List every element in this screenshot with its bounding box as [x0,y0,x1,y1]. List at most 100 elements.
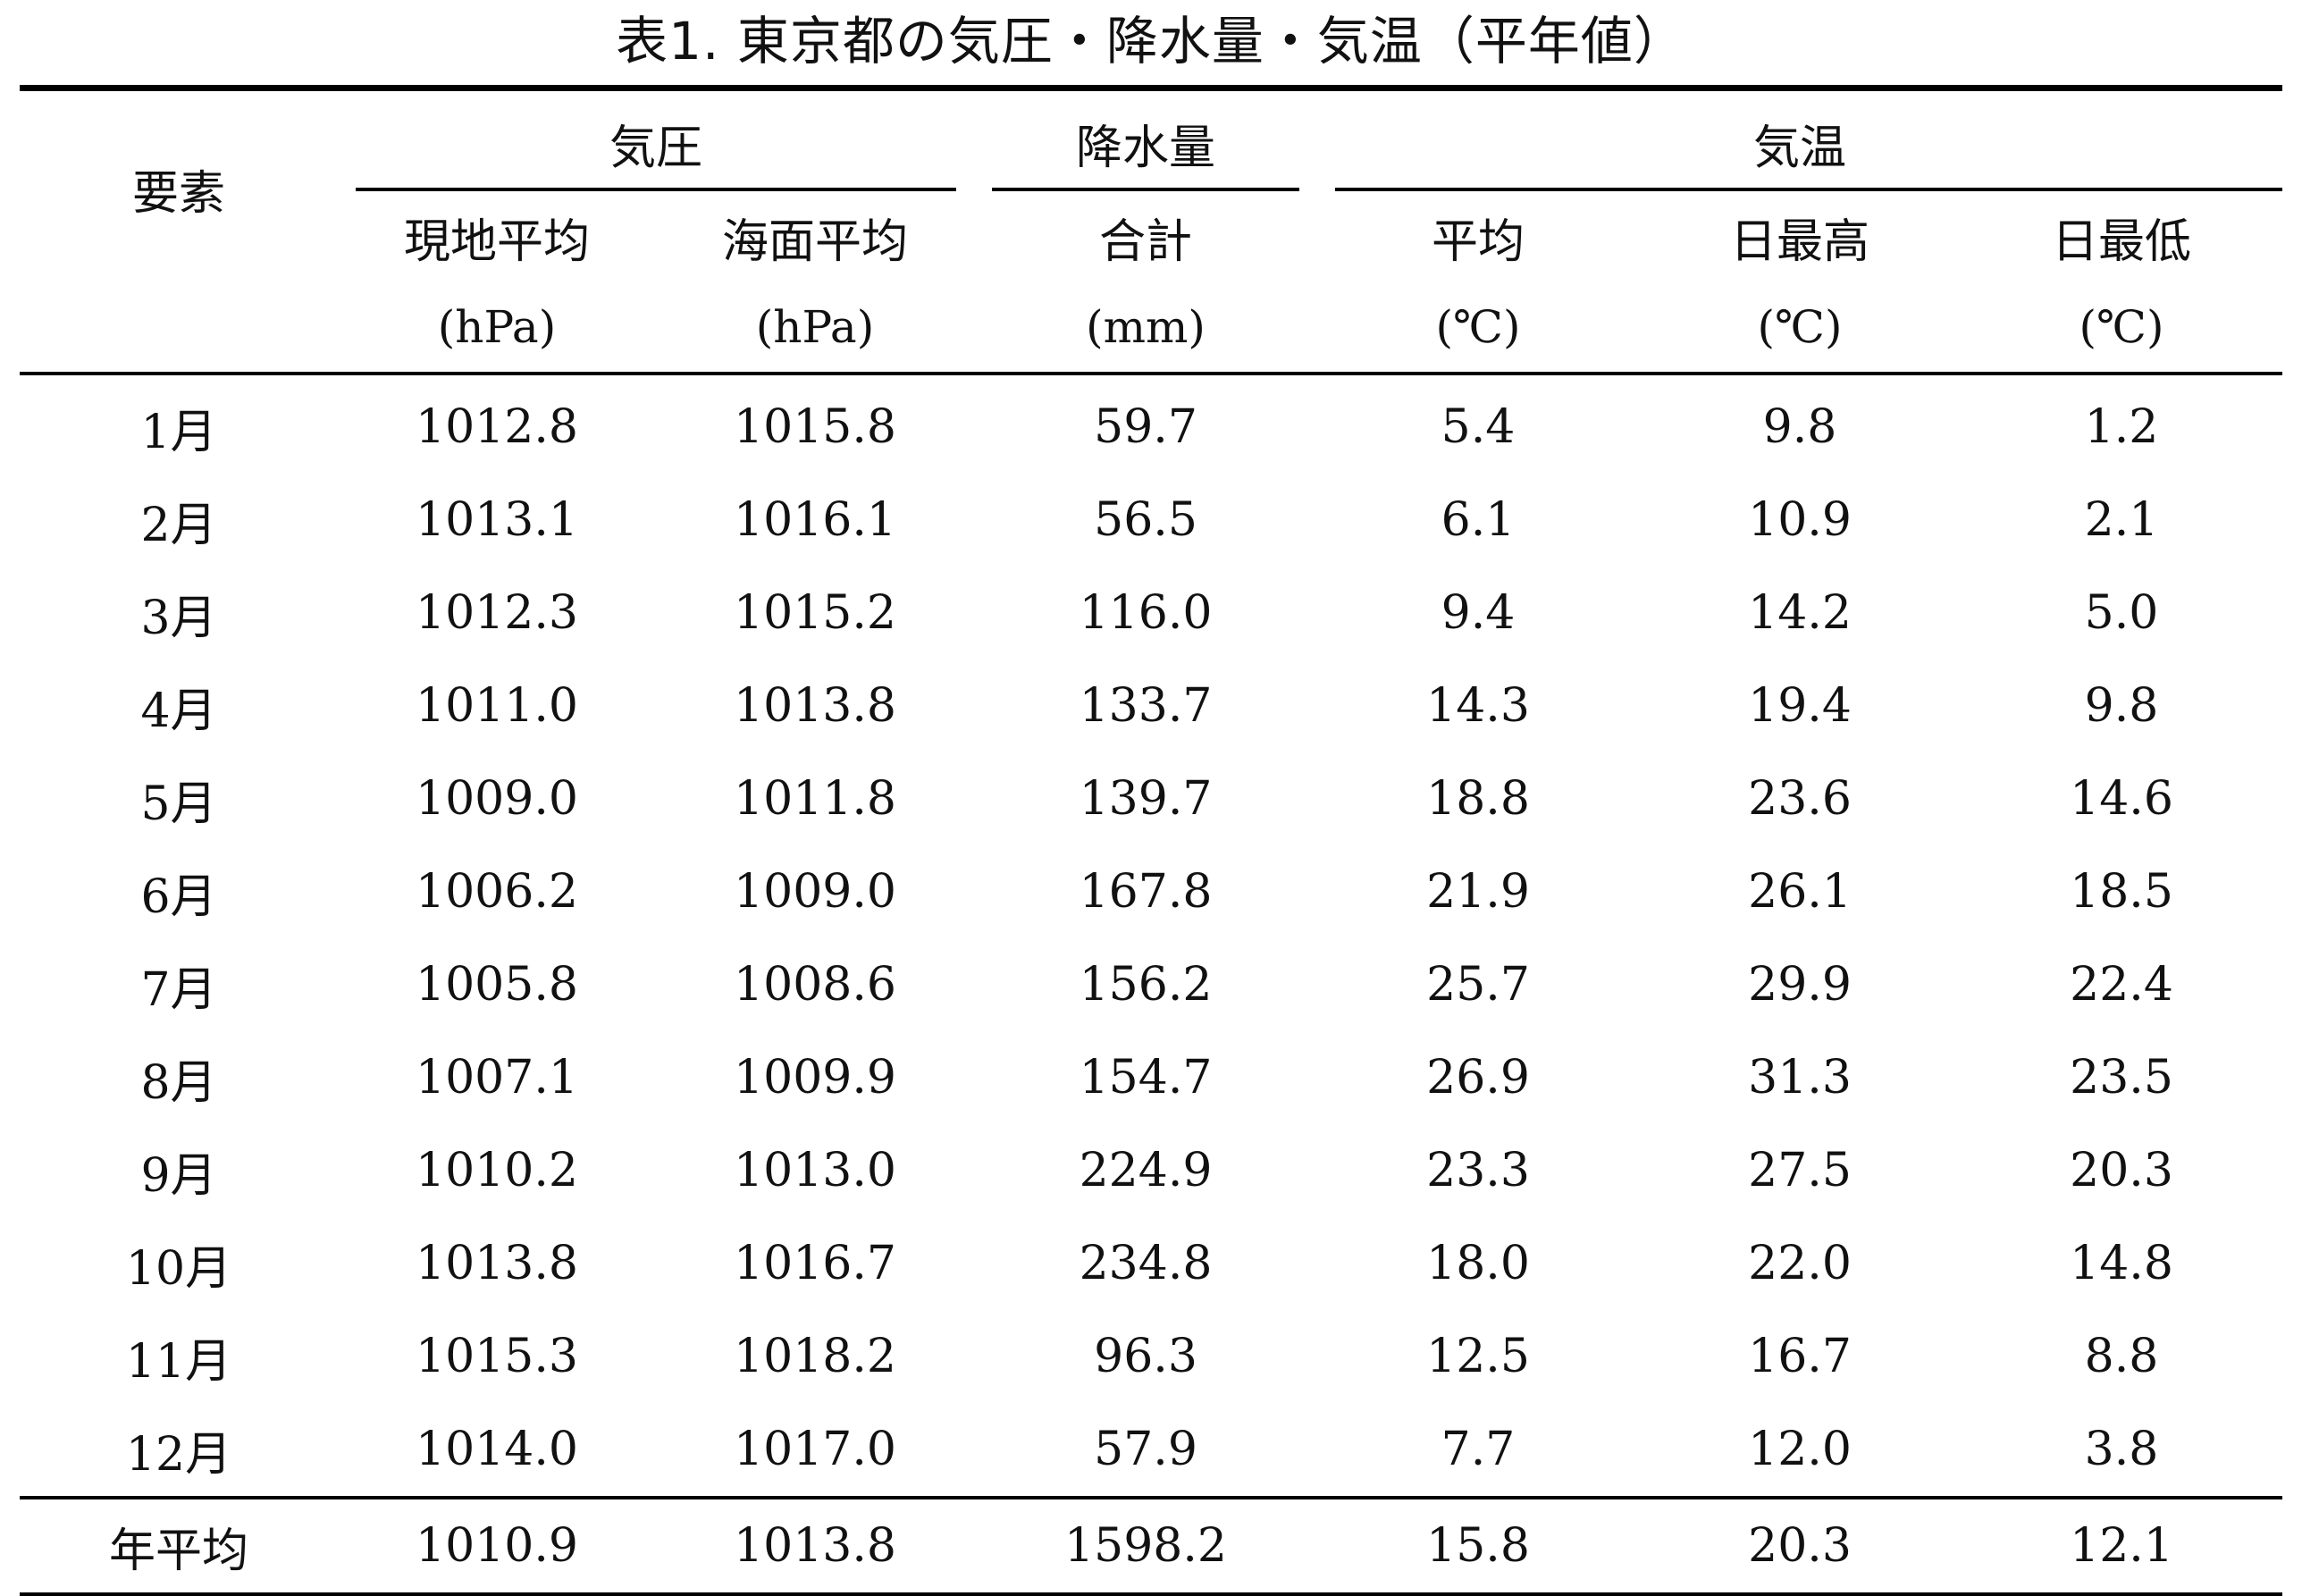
table-cell: 59.7 [1094,400,1197,454]
climate-normals-table: 要素 気圧 降水量 気温 現地平均 海面平均 合計 平均 日最高 日最低 (hP… [20,85,2283,1596]
table-cell: 9.8 [2084,679,2159,733]
table-cell: 1012.3 [416,586,578,640]
table-row: 5月 1009.0 1011.8 139.7 18.8 23.6 14.6 [20,752,2282,845]
table-cell: 18.8 [1426,772,1530,826]
table-cell: 9.4 [1441,586,1516,640]
row-label: 4月 [140,684,217,738]
table-cell: 1017.0 [734,1423,896,1476]
table-cell: 1.2 [2084,400,2159,454]
table-cell: 20.3 [2070,1144,2173,1197]
table-cell: 1013.8 [734,679,896,733]
table-header: 要素 気圧 降水量 気温 現地平均 海面平均 合計 平均 日最高 日最低 (hP… [20,85,2283,375]
table-cell: 14.8 [2070,1237,2173,1290]
table-cell: 224.9 [1079,1144,1213,1197]
table-cell: 14.2 [1748,586,1852,640]
table-cell: 26.1 [1748,865,1852,919]
table-cell: 1012.8 [416,400,578,454]
table-cell: 18.0 [1426,1237,1530,1290]
climate-table-container: 要素 気圧 降水量 気温 現地平均 海面平均 合計 平均 日最高 日最低 (hP… [20,85,2283,1596]
table-cell: 1006.2 [416,865,578,919]
header-col-sea-level-pressure: 海面平均 [722,214,909,269]
table-cell: 5.4 [1441,400,1516,454]
table-cell: 1013.8 [656,1496,975,1596]
table-cell: 26.9 [1426,1051,1530,1105]
table-cell: 1008.6 [734,958,896,1012]
row-label: 9月 [140,1148,217,1203]
table-row: 7月 1005.8 1008.6 156.2 25.7 29.9 22.4 [20,938,2282,1031]
header-row-units: (hPa) (hPa) (mm) (℃) (℃) (℃) [20,282,2283,375]
row-label: 3月 [140,591,217,645]
table-cell: 8.8 [2084,1330,2159,1383]
header-col-temp-min: 日最低 [2052,214,2192,269]
table-cell: 5.0 [2084,586,2159,640]
table-cell: 9.8 [1762,400,1837,454]
table-cell: 2.1 [2084,493,2159,547]
row-label: 6月 [140,869,217,924]
table-cell: 25.7 [1426,958,1530,1012]
header-unit: (℃) [1961,282,2283,375]
table-cell: 1009.9 [734,1051,896,1105]
table-cell: 1015.3 [416,1330,578,1383]
table-cell: 23.3 [1426,1144,1530,1197]
table-cell: 22.0 [1748,1237,1852,1290]
header-row-groups: 要素 気圧 降水量 気温 [20,85,2283,282]
table-cell: 116.0 [1079,586,1213,640]
header-unit-empty [20,282,338,375]
table-cell: 1598.2 [974,1496,1318,1596]
table-caption: 表1. 東京都の気圧・降水量・気温（平年値） [616,11,1686,71]
header-col-temp-mean: 平均 [1432,214,1525,269]
table-cell: 1011.0 [416,679,578,733]
header-unit: (hPa) [338,282,656,375]
table-cell: 12.5 [1426,1330,1530,1383]
table-cell: 56.5 [1094,493,1197,547]
header-row-columns: 現地平均 海面平均 合計 平均 日最高 日最低 [20,191,2282,282]
table-cell: 23.6 [1748,772,1852,826]
table-cell: 12.0 [1748,1423,1852,1476]
table-cell: 19.4 [1748,679,1852,733]
table-cell: 1010.2 [416,1144,578,1197]
header-element-label: 要素 [20,85,338,282]
table-cell: 167.8 [1079,865,1213,919]
row-label: 1月 [140,405,217,459]
table-cell: 1016.7 [734,1237,896,1290]
table-cell: 1014.0 [416,1423,578,1476]
table-cell: 6.1 [1441,493,1516,547]
row-label: 2月 [140,498,217,552]
table-cell: 15.8 [1317,1496,1640,1596]
row-label: 12月 [125,1427,232,1482]
table-cell: 7.7 [1441,1423,1516,1476]
table-cell: 14.3 [1426,679,1530,733]
table-cell: 57.9 [1094,1423,1197,1476]
table-cell: 1009.0 [416,772,578,826]
header-unit: (hPa) [656,282,975,375]
table-cell: 10.9 [1748,493,1852,547]
table-cell: 96.3 [1094,1330,1197,1383]
table-cell: 1007.1 [416,1051,578,1105]
table-row: 1月 1012.8 1015.8 59.7 5.4 9.8 1.2 [20,374,2282,474]
table-cell: 1015.2 [734,586,896,640]
row-label: 10月 [125,1241,232,1296]
row-label: 5月 [140,777,217,831]
table-row: 2月 1013.1 1016.1 56.5 6.1 10.9 2.1 [20,474,2282,567]
header-unit: (mm) [974,282,1318,375]
row-label: 年平均 [20,1496,338,1596]
header-unit: (℃) [1639,282,1962,375]
table-cell: 1013.0 [734,1144,896,1197]
table-cell: 139.7 [1079,772,1213,826]
table-row: 6月 1006.2 1009.0 167.8 21.9 26.1 18.5 [20,845,2282,938]
table-cell: 234.8 [1079,1237,1213,1290]
table-cell: 3.8 [2084,1423,2159,1476]
table-cell: 1016.1 [734,493,896,547]
header-group-temperature: 気温 [1317,85,2283,194]
table-cell: 20.3 [1639,1496,1962,1596]
table-cell: 1009.0 [734,865,896,919]
table-row: 10月 1013.8 1016.7 234.8 18.0 22.0 14.8 [20,1217,2282,1310]
row-label: 8月 [140,1055,217,1110]
table-cell: 16.7 [1748,1330,1852,1383]
table-cell: 22.4 [2070,958,2173,1012]
header-unit: (℃) [1317,282,1640,375]
table-cell: 1011.8 [734,772,896,826]
header-col-station-pressure: 現地平均 [403,214,590,269]
table-cell: 1018.2 [734,1330,896,1383]
table-cell: 23.5 [2070,1051,2173,1105]
